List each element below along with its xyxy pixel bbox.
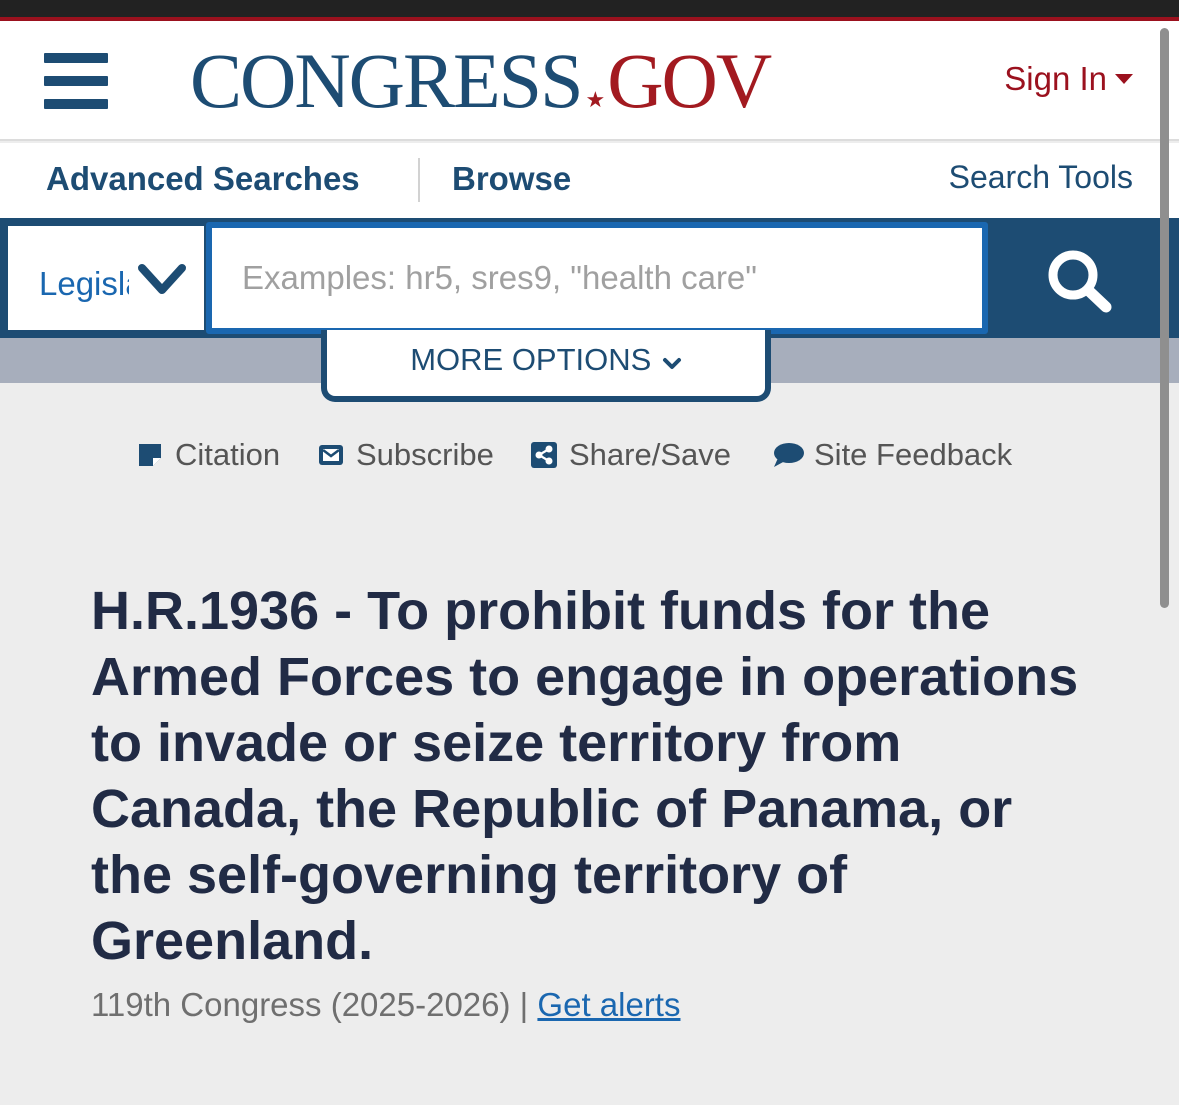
bill-meta: 119th Congress (2025-2026) | Get alerts: [91, 985, 680, 1025]
sign-in-button[interactable]: Sign In: [1004, 59, 1133, 99]
more-options-label: MORE OPTIONS: [410, 342, 652, 377]
search-input[interactable]: [206, 222, 988, 334]
logo-star: ★: [585, 87, 606, 112]
nav-divider: [418, 158, 420, 202]
more-options-button[interactable]: MORE OPTIONS: [321, 330, 771, 402]
site-logo[interactable]: CONGRESS ★GOV: [190, 41, 772, 121]
bill-title: H.R.1936 - To prohibit funds for the Arm…: [91, 581, 1079, 971]
comment-icon: [774, 443, 804, 467]
logo-text-gov: GOV: [607, 37, 772, 124]
advanced-searches-link[interactable]: Advanced Searches: [46, 159, 360, 199]
subscribe-label: Subscribe: [356, 437, 494, 472]
search-bar: Legislation: [0, 218, 1179, 338]
chevron-down-icon: [138, 264, 186, 294]
browser-top-bar: [0, 0, 1179, 17]
site-header: CONGRESS ★GOV Sign In: [0, 21, 1179, 141]
congress-session: 119th Congress (2025-2026): [91, 986, 511, 1023]
citation-label: Citation: [175, 437, 281, 472]
page-tools: Citation Subscribe Share/Save Site Feedb…: [0, 434, 1179, 476]
collection-select[interactable]: Legislation: [8, 226, 204, 330]
envelope-icon: [319, 445, 343, 465]
site-feedback-label: Site Feedback: [814, 437, 1013, 472]
caret-down-icon: [1115, 74, 1133, 85]
share-icon: [531, 442, 557, 468]
browse-link[interactable]: Browse: [452, 159, 571, 199]
scrollbar[interactable]: [1160, 28, 1169, 608]
secondary-nav: Advanced Searches Browse Search Tools: [0, 143, 1179, 218]
meta-separator: |: [510, 986, 538, 1023]
search-tools-link[interactable]: Search Tools: [949, 157, 1133, 197]
get-alerts-link[interactable]: Get alerts: [537, 986, 680, 1023]
citation-icon: [139, 444, 161, 466]
share-save-label: Share/Save: [569, 437, 731, 472]
sign-in-label: Sign In: [1004, 60, 1107, 97]
logo-text-congress: CONGRESS: [190, 37, 583, 124]
chevron-down-icon: [662, 357, 681, 369]
collection-select-value: Legislation: [39, 265, 129, 302]
search-icon[interactable]: [1040, 246, 1120, 316]
menu-icon[interactable]: [44, 53, 108, 109]
